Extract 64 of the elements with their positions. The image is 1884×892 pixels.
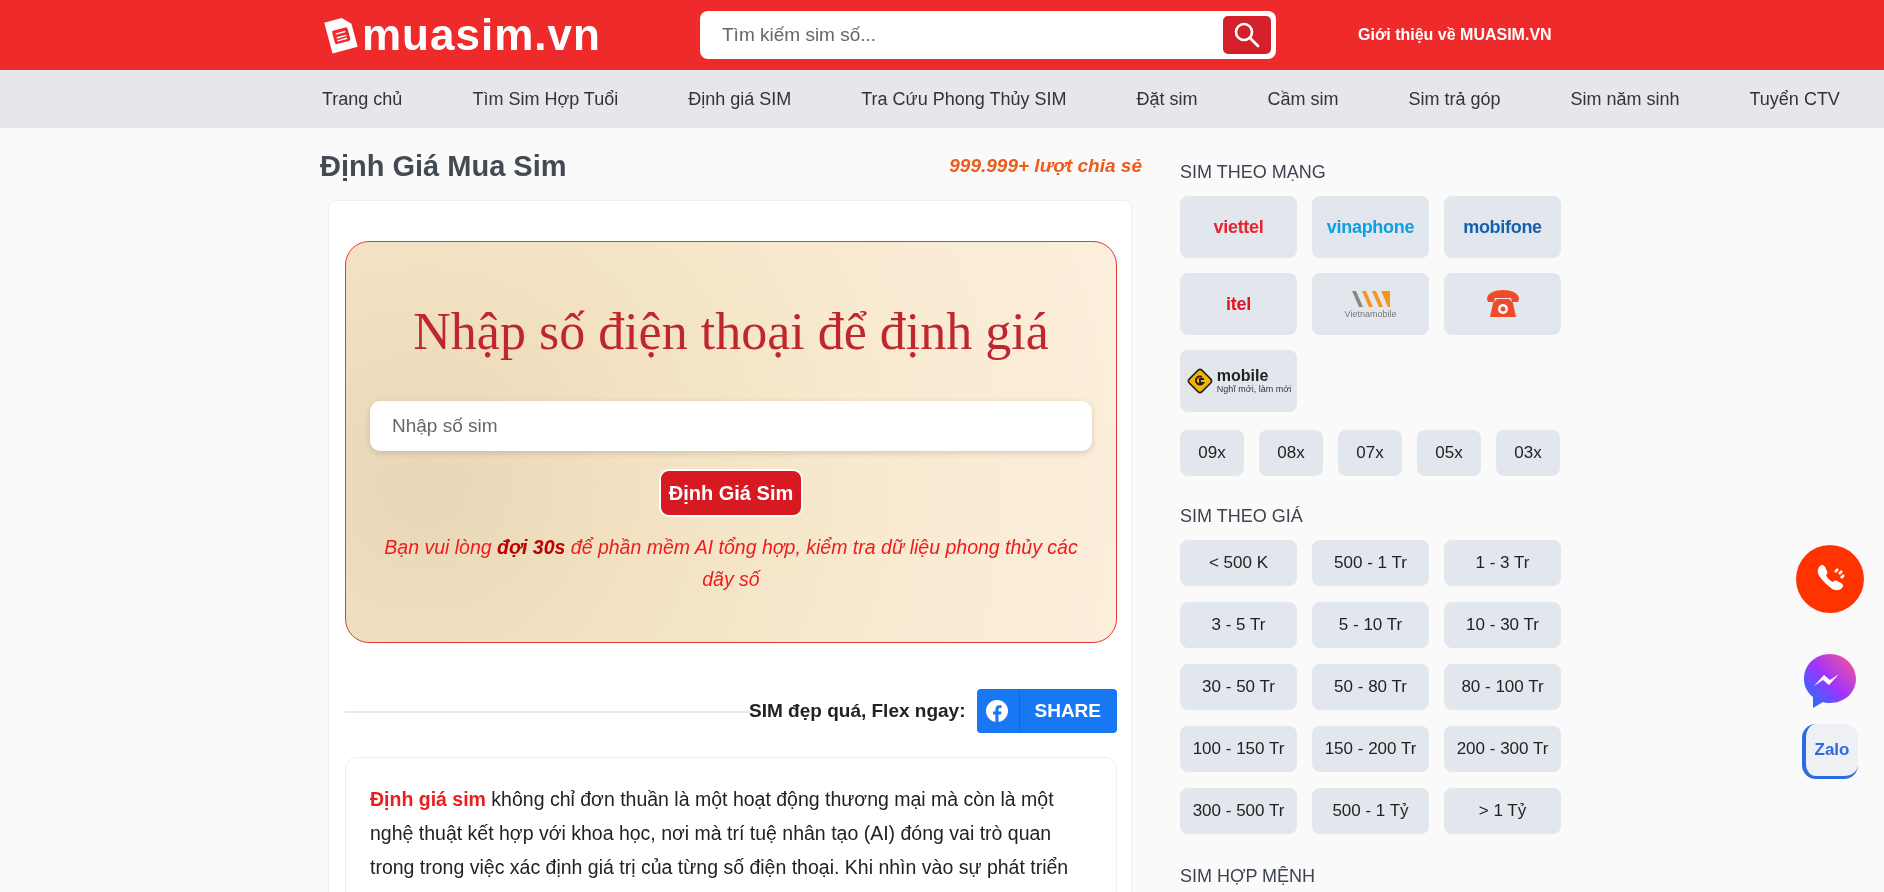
facebook-icon	[985, 699, 1010, 723]
nav-link[interactable]: Sim trả góp	[1408, 88, 1501, 110]
carrier-tile[interactable]: mobifone	[1444, 196, 1561, 258]
carrier-tile[interactable]	[1444, 273, 1561, 335]
nav-link[interactable]: Tra Cứu Phong Thủy SIM	[861, 88, 1067, 110]
price-range-button[interactable]: < 500 K	[1180, 540, 1297, 586]
price-range-button[interactable]: > 1 Tỷ	[1444, 788, 1561, 834]
price-range-button[interactable]: 100 - 150 Tr	[1180, 726, 1297, 772]
carrier-logo: vinaphone	[1326, 216, 1415, 238]
share-label: SIM đẹp quá, Flex ngay:	[749, 700, 966, 722]
price-range-button[interactable]: 50 - 80 Tr	[1312, 664, 1429, 710]
section-heading: SIM THEO MẠNG	[1180, 162, 1327, 184]
valuation-button[interactable]: Định Giá Sim	[658, 469, 804, 517]
search-icon	[1233, 21, 1261, 49]
nav-link[interactable]: Định giá SIM	[688, 88, 792, 110]
carrier-logo: itel	[1226, 293, 1251, 315]
search-field[interactable]: Tìm kiếm sim số...	[700, 11, 1276, 59]
zalo-chat-button[interactable]: Zalo	[1802, 724, 1858, 779]
carrier-logo: mobile	[1216, 368, 1270, 384]
nav-link[interactable]: Sim năm sinh	[1570, 88, 1680, 110]
nav-link[interactable]: Trang chủ	[322, 88, 403, 110]
price-range-button[interactable]: 5 - 10 Tr	[1312, 602, 1429, 648]
about-link[interactable]: Giới thiệu về MUASIM.VN	[1358, 26, 1552, 44]
price-range-button[interactable]: 500 - 1 Tỷ	[1312, 788, 1429, 834]
share-count: 999.999+ lượt chia sẻ	[949, 155, 1142, 177]
carrier-logo-caption: Vietnamobile	[1344, 309, 1397, 319]
messenger-icon[interactable]	[1802, 652, 1858, 710]
article-paragraph: Định giá sim không chỉ đơn thuần là một hoạt động thương mại mà còn là một nghệ thuật kết hợp với khoa học, nơi mà trí tuệ nhân tạo (AI) đóng vai trò quan trong trong việc xác định giá trị của từng số điện thoại. Khi nhìn vào sự phát triển	[370, 787, 1070, 880]
price-range-button[interactable]: 80 - 100 Tr	[1444, 664, 1561, 710]
nav-link[interactable]: Tìm Sim Hợp Tuổi	[472, 88, 619, 110]
carrier-tile[interactable]: itel	[1180, 273, 1297, 335]
price-range-button[interactable]: 200 - 300 Tr	[1444, 726, 1561, 772]
nav-link[interactable]: Tuyển CTV	[1749, 88, 1840, 110]
price-range-button[interactable]: 300 - 500 Tr	[1180, 788, 1297, 834]
sim-number-input[interactable]: Nhập số sim	[370, 401, 1092, 451]
carrier-slogan: Nghĩ mới, làm mới	[1216, 384, 1292, 394]
search-button[interactable]	[1221, 14, 1273, 56]
price-range-button[interactable]: 10 - 30 Tr	[1444, 602, 1561, 648]
prefix-button[interactable]: 08x	[1259, 430, 1323, 476]
price-range-button[interactable]: 1 - 3 Tr	[1444, 540, 1561, 586]
carrier-tile[interactable]: Vietnamobile	[1312, 273, 1429, 335]
carrier-tile[interactable]: viettel	[1180, 196, 1297, 258]
site-logo[interactable]: muasim.vn	[362, 10, 601, 60]
prefix-button[interactable]: 03x	[1496, 430, 1560, 476]
phone-call-icon[interactable]	[1795, 544, 1865, 614]
wait-note: Bạn vui lòng đợi 30s để phần mềm AI tổng hợp, kiểm tra dữ liệu phong thủy các dãy số	[383, 535, 1079, 592]
price-range-button[interactable]: 3 - 5 Tr	[1180, 602, 1297, 648]
carrier-tile[interactable]: mobile Nghĩ mới, làm mới	[1180, 350, 1297, 412]
section-heading: SIM THEO GIÁ	[1180, 506, 1304, 528]
price-range-button[interactable]: 30 - 50 Tr	[1180, 664, 1297, 710]
prefix-button[interactable]: 09x	[1180, 430, 1244, 476]
hero-heading: Nhập số điện thoại để định giá	[413, 302, 1049, 361]
prefix-button[interactable]: 07x	[1338, 430, 1402, 476]
section-heading: SIM HỢP MỆNH	[1180, 866, 1317, 888]
carrier-logo: mobifone	[1463, 216, 1542, 238]
carrier-logo: viettel	[1213, 216, 1264, 238]
sim-card-icon	[322, 15, 358, 55]
nav-link[interactable]: Đặt sim	[1136, 88, 1198, 110]
price-range-button[interactable]: 500 - 1 Tr	[1312, 540, 1429, 586]
nav-link[interactable]: Cầm sim	[1267, 88, 1339, 110]
price-range-button[interactable]: 150 - 200 Tr	[1312, 726, 1429, 772]
facebook-share-button[interactable]: SHARE	[977, 689, 1117, 733]
prefix-button[interactable]: 05x	[1417, 430, 1481, 476]
page-title: Định Giá Mua Sim	[320, 149, 567, 183]
